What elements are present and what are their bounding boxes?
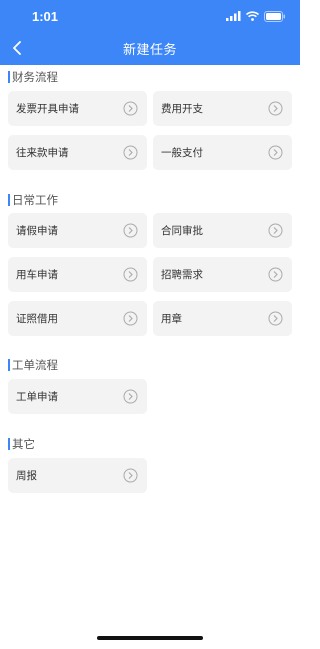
section-title-text: 财务流程 xyxy=(12,70,58,84)
task-card[interactable]: 一般支付 xyxy=(153,135,292,170)
status-time: 1:01 xyxy=(32,9,59,24)
task-label: 招聘需求 xyxy=(161,269,203,281)
task-card[interactable]: 招聘需求 xyxy=(153,257,292,292)
circle-chevron-right-icon xyxy=(123,311,138,326)
task-card[interactable]: 周报 xyxy=(8,458,147,493)
status-icons xyxy=(226,10,286,22)
circle-chevron-right-icon xyxy=(123,267,138,282)
task-card[interactable]: 费用开支 xyxy=(153,91,292,126)
task-card[interactable]: 工单申请 xyxy=(8,379,147,414)
circle-chevron-right-icon xyxy=(268,311,283,326)
task-card[interactable]: 用车申请 xyxy=(8,257,147,292)
task-label: 费用开支 xyxy=(161,103,203,115)
circle-chevron-right-icon xyxy=(268,145,283,160)
task-label: 证照借用 xyxy=(16,313,58,325)
nav-bar: 新建任务 xyxy=(0,32,300,65)
task-card[interactable]: 请假申请 xyxy=(8,213,147,248)
section-title: 其它 xyxy=(0,436,300,452)
task-label: 请假申请 xyxy=(16,225,58,237)
task-card[interactable]: 用章 xyxy=(153,301,292,336)
circle-chevron-right-icon xyxy=(123,468,138,483)
task-card[interactable]: 往来款申请 xyxy=(8,135,147,170)
section-title-text: 其它 xyxy=(12,437,35,451)
status-bar: 1:01 xyxy=(0,0,300,32)
section-accent-bar xyxy=(8,438,10,450)
section-title: 工单流程 xyxy=(0,357,300,373)
task-label: 工单申请 xyxy=(16,391,58,403)
circle-chevron-right-icon xyxy=(123,389,138,404)
section-daily-work: 日常工作 xyxy=(0,192,300,208)
task-card[interactable]: 证照借用 xyxy=(8,301,147,336)
wifi-icon xyxy=(246,11,259,21)
section-other: 其它 xyxy=(0,436,300,452)
section-work-order: 工单流程 xyxy=(0,357,300,373)
task-label: 往来款申请 xyxy=(16,147,69,159)
signal-icon xyxy=(226,11,241,21)
section-title-text: 工单流程 xyxy=(12,358,58,372)
section-finance: 财务流程 xyxy=(0,69,300,85)
battery-icon xyxy=(264,10,285,22)
circle-chevron-right-icon xyxy=(123,101,138,116)
task-label: 用章 xyxy=(161,313,182,325)
task-label: 一般支付 xyxy=(161,147,203,159)
circle-chevron-right-icon xyxy=(268,267,283,282)
section-accent-bar xyxy=(8,194,10,206)
task-label: 用车申请 xyxy=(16,269,58,281)
circle-chevron-right-icon xyxy=(268,101,283,116)
section-title-text: 日常工作 xyxy=(12,193,58,207)
task-label: 合同审批 xyxy=(161,225,203,237)
task-card[interactable]: 合同审批 xyxy=(153,213,292,248)
circle-chevron-right-icon xyxy=(123,223,138,238)
circle-chevron-right-icon xyxy=(123,145,138,160)
home-indicator[interactable] xyxy=(97,636,203,640)
task-label: 发票开具申请 xyxy=(16,103,79,115)
task-card[interactable]: 发票开具申请 xyxy=(8,91,147,126)
section-accent-bar xyxy=(8,71,10,83)
section-accent-bar xyxy=(8,359,10,371)
task-label: 周报 xyxy=(16,470,37,482)
header: 1:01 新建任务 xyxy=(0,0,300,65)
section-title: 财务流程 xyxy=(0,69,300,85)
section-title: 日常工作 xyxy=(0,192,300,208)
page-title: 新建任务 xyxy=(122,43,177,58)
circle-chevron-right-icon xyxy=(268,223,283,238)
